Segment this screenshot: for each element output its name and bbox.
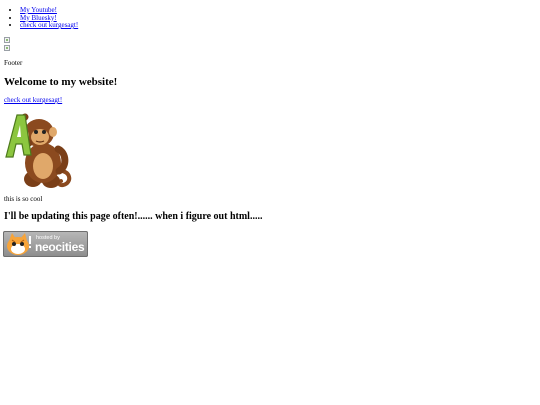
- neocities-cat-icon: [7, 233, 31, 255]
- nav-item-youtube: My Youtube!: [20, 6, 78, 14]
- nav-item-kurzgesagt: check out kurgesagt!: [20, 21, 78, 29]
- broken-image-icon: [4, 37, 10, 43]
- monkey-image: [5, 113, 72, 188]
- image-caption: this is so cool: [4, 195, 43, 203]
- nav-item-bluesky: My Bluesky!: [20, 14, 78, 22]
- page-title: Welcome to my website!: [4, 76, 118, 88]
- subheading: I'll be updating this page often!...... …: [4, 211, 263, 222]
- kurzgesagt-link[interactable]: check out kurgesagt!: [4, 96, 62, 104]
- nav-list: My Youtube! My Bluesky! check out kurges…: [20, 6, 78, 29]
- footer-text: Footer: [4, 59, 23, 67]
- kurzgesagt-nav-link[interactable]: check out kurgesagt!: [20, 21, 78, 29]
- neocities-badge[interactable]: hosted by neocities: [3, 231, 88, 257]
- neocities-brand-text: neocities: [35, 240, 85, 254]
- broken-image-icon: [4, 45, 10, 51]
